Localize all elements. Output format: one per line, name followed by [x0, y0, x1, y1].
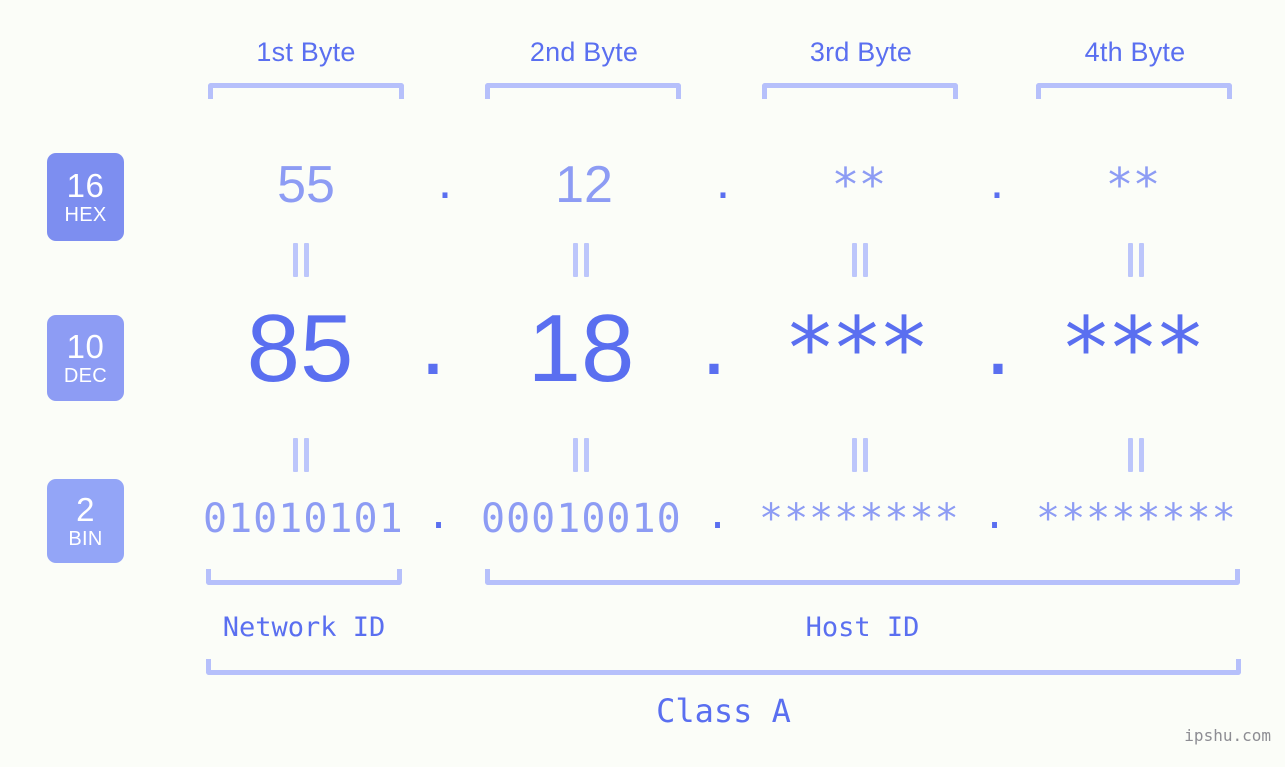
byte-bracket-3	[762, 83, 958, 99]
hex-separator-1: .	[437, 152, 453, 210]
dec-byte-1: 85	[246, 295, 354, 402]
byte-header-3: 3rd Byte	[809, 37, 913, 67]
byte-header-1: 1st Byte	[256, 37, 356, 67]
equals-icon-dec-bin-1	[289, 438, 313, 472]
watermark: ipshu.com	[1184, 726, 1271, 745]
radix-badge-bin-number: 2	[76, 491, 95, 528]
equals-icon-dec-bin-2	[569, 438, 593, 472]
byte-bracket-1	[208, 83, 404, 99]
bin-byte-3: ********	[759, 496, 960, 542]
radix-badge-hex: 16 HEX	[47, 153, 124, 241]
byte-header-4: 4th Byte	[1084, 37, 1186, 67]
radix-badge-dec: 10 DEC	[47, 315, 124, 401]
bin-separator-3: .	[982, 492, 1008, 538]
equals-icon-hex-dec-1	[289, 243, 313, 277]
hex-separator-2: .	[715, 152, 731, 210]
bin-byte-4: ********	[1036, 496, 1237, 542]
bin-separator-2: .	[705, 492, 731, 538]
dec-separator-3: .	[984, 288, 1012, 395]
byte-bracket-4	[1036, 83, 1232, 99]
bin-byte-1: 01010101	[203, 496, 404, 542]
dec-separator-2: .	[700, 288, 728, 395]
network-id-bracket	[206, 569, 402, 585]
host-id-label: Host ID	[805, 612, 920, 643]
hex-byte-2: 12	[555, 156, 613, 214]
dec-byte-4: ***	[1064, 299, 1206, 399]
hex-byte-1: 55	[277, 156, 335, 214]
byte-header-2: 2nd Byte	[529, 37, 639, 67]
equals-icon-dec-bin-3	[848, 438, 872, 472]
equals-icon-hex-dec-3	[848, 243, 872, 277]
bin-separator-1: .	[426, 492, 452, 538]
radix-badge-dec-word: DEC	[63, 365, 108, 387]
class-bracket	[206, 659, 1241, 675]
ip-breakdown-diagram: 1st Byte 2nd Byte 3rd Byte 4th Byte 16 H…	[0, 0, 1285, 767]
hex-byte-3: **	[834, 158, 888, 212]
bin-byte-2: 00010010	[481, 496, 682, 542]
hex-separator-3: .	[989, 152, 1005, 210]
equals-icon-hex-dec-4	[1124, 243, 1148, 277]
network-id-label: Network ID	[222, 612, 386, 643]
radix-badge-bin: 2 BIN	[47, 479, 124, 563]
hex-byte-4: **	[1108, 158, 1162, 212]
radix-badge-bin-word: BIN	[68, 528, 103, 550]
dec-byte-2: 18	[527, 295, 635, 402]
radix-badge-hex-word: HEX	[64, 204, 107, 226]
equals-icon-hex-dec-2	[569, 243, 593, 277]
byte-bracket-2	[485, 83, 681, 99]
class-label: Class A	[656, 692, 791, 730]
dec-byte-3: ***	[788, 299, 930, 399]
radix-badge-hex-number: 16	[66, 167, 105, 204]
radix-badge-dec-number: 10	[66, 328, 105, 365]
dec-separator-1: .	[419, 288, 447, 395]
host-id-bracket	[485, 569, 1240, 585]
equals-icon-dec-bin-4	[1124, 438, 1148, 472]
